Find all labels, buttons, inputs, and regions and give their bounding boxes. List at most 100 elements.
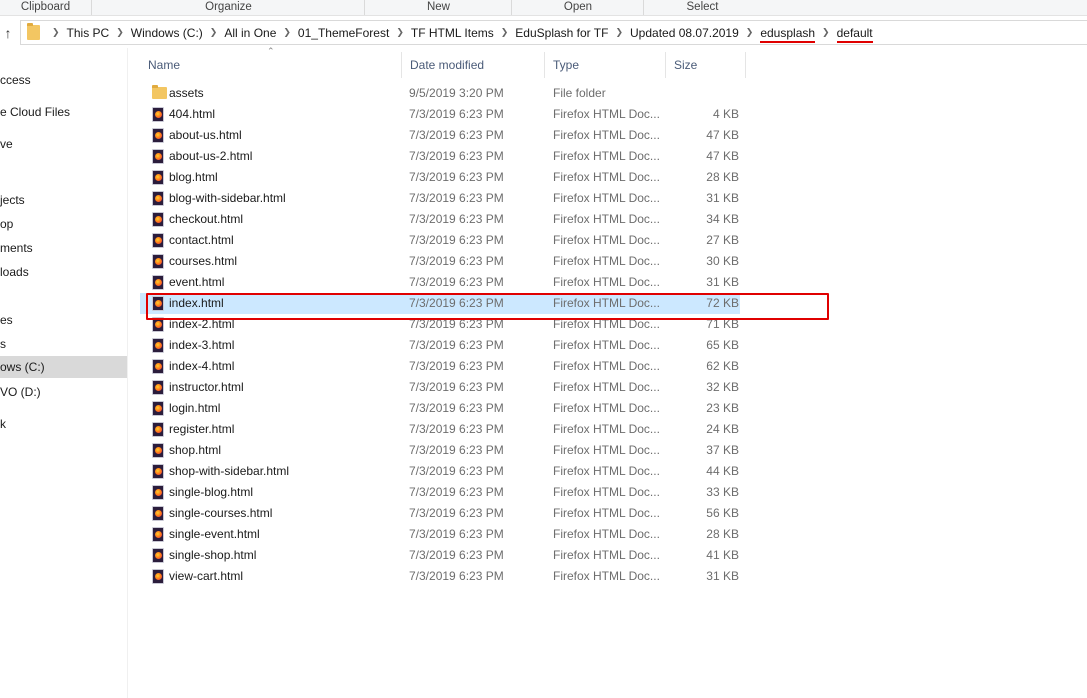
file-row[interactable]: instructor.html 7/3/2019 6:23 PM Firefox H…: [140, 377, 740, 398]
nav-item-drive-d[interactable]: VO (D:): [0, 381, 127, 403]
chevron-right-icon[interactable]: ❯: [116, 27, 124, 38]
file-row[interactable]: single-shop.html 7/3/2019 6:23 PM Firefox …: [140, 545, 740, 566]
chevron-right-icon[interactable]: ❯: [52, 27, 60, 38]
breadcrumb-updated[interactable]: Updated 08.07.2019: [630, 26, 739, 40]
file-row[interactable]: courses.html 7/3/2019 6:23 PM Firefox HTML…: [140, 251, 740, 272]
firefox-html-icon: [152, 359, 164, 374]
chevron-right-icon[interactable]: ❯: [615, 27, 623, 38]
breadcrumb-themeforest[interactable]: 01_ThemeForest: [298, 26, 389, 40]
nav-item-desktop[interactable]: op: [0, 213, 127, 235]
file-date-modified: 7/3/2019 6:23 PM: [409, 317, 504, 331]
nav-item-videos[interactable]: s: [0, 333, 127, 355]
firefox-html-icon: [152, 527, 164, 542]
file-type: Firefox HTML Doc...: [553, 380, 660, 394]
file-name: single-event.html: [169, 527, 260, 541]
file-name: index-4.html: [169, 359, 235, 373]
file-date-modified: 7/3/2019 6:23 PM: [409, 296, 504, 310]
breadcrumb-tf-html-items[interactable]: TF HTML Items: [411, 26, 494, 40]
file-row[interactable]: about-us-2.html 7/3/2019 6:23 PM Firefox H…: [140, 146, 740, 167]
firefox-html-icon: [152, 107, 164, 122]
file-size: 30 KB: [706, 254, 739, 268]
file-row[interactable]: view-cart.html 7/3/2019 6:23 PM Firefox HT…: [140, 566, 740, 587]
file-row[interactable]: index.html 7/3/2019 6:23 PM Firefox HTML D…: [140, 293, 740, 314]
breadcrumb-edusplash-for-tf[interactable]: EduSplash for TF: [515, 26, 608, 40]
file-size: 72 KB: [706, 296, 739, 310]
chevron-right-icon[interactable]: ❯: [501, 27, 509, 38]
file-size: 41 KB: [706, 548, 739, 562]
ribbon-group-open: Open: [513, 0, 644, 15]
nav-item-pictures[interactable]: es: [0, 309, 127, 331]
chevron-right-icon[interactable]: ❯: [822, 27, 830, 38]
firefox-html-icon: [152, 317, 164, 332]
file-type: Firefox HTML Doc...: [553, 548, 660, 562]
file-row[interactable]: single-event.html 7/3/2019 6:23 PM Firefox…: [140, 524, 740, 545]
file-date-modified: 7/3/2019 6:23 PM: [409, 380, 504, 394]
breadcrumb-default[interactable]: default: [836, 26, 873, 43]
file-size: 34 KB: [706, 212, 739, 226]
file-row[interactable]: index-3.html 7/3/2019 6:23 PM Firefox HTML…: [140, 335, 740, 356]
file-type: Firefox HTML Doc...: [553, 275, 660, 289]
nav-item-drive[interactable]: ve: [0, 133, 127, 155]
file-date-modified: 7/3/2019 6:23 PM: [409, 149, 504, 163]
file-type: Firefox HTML Doc...: [553, 317, 660, 331]
breadcrumb-windows-c[interactable]: Windows (C:): [131, 26, 203, 40]
chevron-right-icon[interactable]: ❯: [283, 27, 291, 38]
nav-item-documents[interactable]: ments: [0, 237, 127, 259]
ribbon-group-labels: Clipboard Organize New Open Select: [0, 0, 1087, 16]
file-row[interactable]: blog.html 7/3/2019 6:23 PM Firefox HTML Do…: [140, 167, 740, 188]
file-row[interactable]: single-blog.html 7/3/2019 6:23 PM Firefox …: [140, 482, 740, 503]
file-size: 24 KB: [706, 422, 739, 436]
file-size: 37 KB: [706, 443, 739, 457]
file-row[interactable]: checkout.html 7/3/2019 6:23 PM Firefox HTM…: [140, 209, 740, 230]
file-date-modified: 7/3/2019 6:23 PM: [409, 422, 504, 436]
address-bar[interactable]: ❯ This PC ❯ Windows (C:) ❯ All in One ❯ …: [20, 20, 1087, 45]
file-row[interactable]: single-courses.html 7/3/2019 6:23 PM Firef…: [140, 503, 740, 524]
file-size: 71 KB: [706, 317, 739, 331]
breadcrumb-edusplash[interactable]: edusplash: [760, 26, 816, 43]
nav-item-quick-access[interactable]: ccess: [0, 69, 127, 91]
file-date-modified: 7/3/2019 6:23 PM: [409, 254, 504, 268]
file-name: about-us.html: [169, 128, 242, 142]
file-row[interactable]: shop.html 7/3/2019 6:23 PM Firefox HTML Do…: [140, 440, 740, 461]
file-row[interactable]: 404.html 7/3/2019 6:23 PM Firefox HTML Doc…: [140, 104, 740, 125]
ribbon-group-organize: Organize: [93, 0, 365, 15]
file-row[interactable]: register.html 7/3/2019 6:23 PM Firefox HTM…: [140, 419, 740, 440]
file-date-modified: 7/3/2019 6:23 PM: [409, 338, 504, 352]
file-type: Firefox HTML Doc...: [553, 338, 660, 352]
file-type: Firefox HTML Doc...: [553, 359, 660, 373]
file-row[interactable]: login.html 7/3/2019 6:23 PM Firefox HTML D…: [140, 398, 740, 419]
file-type: Firefox HTML Doc...: [553, 254, 660, 268]
up-arrow-icon[interactable]: ↑: [0, 23, 16, 43]
file-name: instructor.html: [169, 380, 244, 394]
nav-item-cloud-files[interactable]: e Cloud Files: [0, 101, 127, 123]
nav-item-network[interactable]: k: [0, 413, 127, 435]
file-type: Firefox HTML Doc...: [553, 191, 660, 205]
chevron-right-icon[interactable]: ❯: [210, 27, 218, 38]
column-header-size[interactable]: Size: [666, 52, 746, 78]
breadcrumb-this-pc[interactable]: This PC: [67, 26, 110, 40]
file-date-modified: 7/3/2019 6:23 PM: [409, 506, 504, 520]
breadcrumb-all-in-one[interactable]: All in One: [224, 26, 276, 40]
firefox-html-icon: [152, 128, 164, 143]
file-date-modified: 7/3/2019 6:23 PM: [409, 275, 504, 289]
file-row[interactable]: event.html 7/3/2019 6:23 PM Firefox HTML D…: [140, 272, 740, 293]
file-name: register.html: [169, 422, 235, 436]
file-row[interactable]: contact.html 7/3/2019 6:23 PM Firefox HTML…: [140, 230, 740, 251]
chevron-right-icon[interactable]: ❯: [746, 27, 754, 38]
file-size: 31 KB: [706, 569, 739, 583]
file-row[interactable]: about-us.html 7/3/2019 6:23 PM Firefox HTM…: [140, 125, 740, 146]
file-row[interactable]: blog-with-sidebar.html 7/3/2019 6:23 PM Fi…: [140, 188, 740, 209]
column-header-name[interactable]: Name: [140, 52, 402, 78]
file-date-modified: 7/3/2019 6:23 PM: [409, 443, 504, 457]
nav-item-windows-c[interactable]: ows (C:): [0, 356, 127, 378]
firefox-html-icon: [152, 296, 164, 311]
file-row[interactable]: index-4.html 7/3/2019 6:23 PM Firefox HTML…: [140, 356, 740, 377]
nav-item-downloads[interactable]: loads: [0, 261, 127, 283]
file-row[interactable]: shop-with-sidebar.html 7/3/2019 6:23 PM Fi…: [140, 461, 740, 482]
column-header-date-modified[interactable]: Date modified: [402, 52, 545, 78]
file-row[interactable]: index-2.html 7/3/2019 6:23 PM Firefox HTML…: [140, 314, 740, 335]
file-row[interactable]: assets 9/5/2019 3:20 PM File folder: [140, 83, 740, 104]
chevron-right-icon[interactable]: ❯: [396, 27, 404, 38]
nav-item-objects[interactable]: jects: [0, 189, 127, 211]
column-header-type[interactable]: Type: [545, 52, 666, 78]
